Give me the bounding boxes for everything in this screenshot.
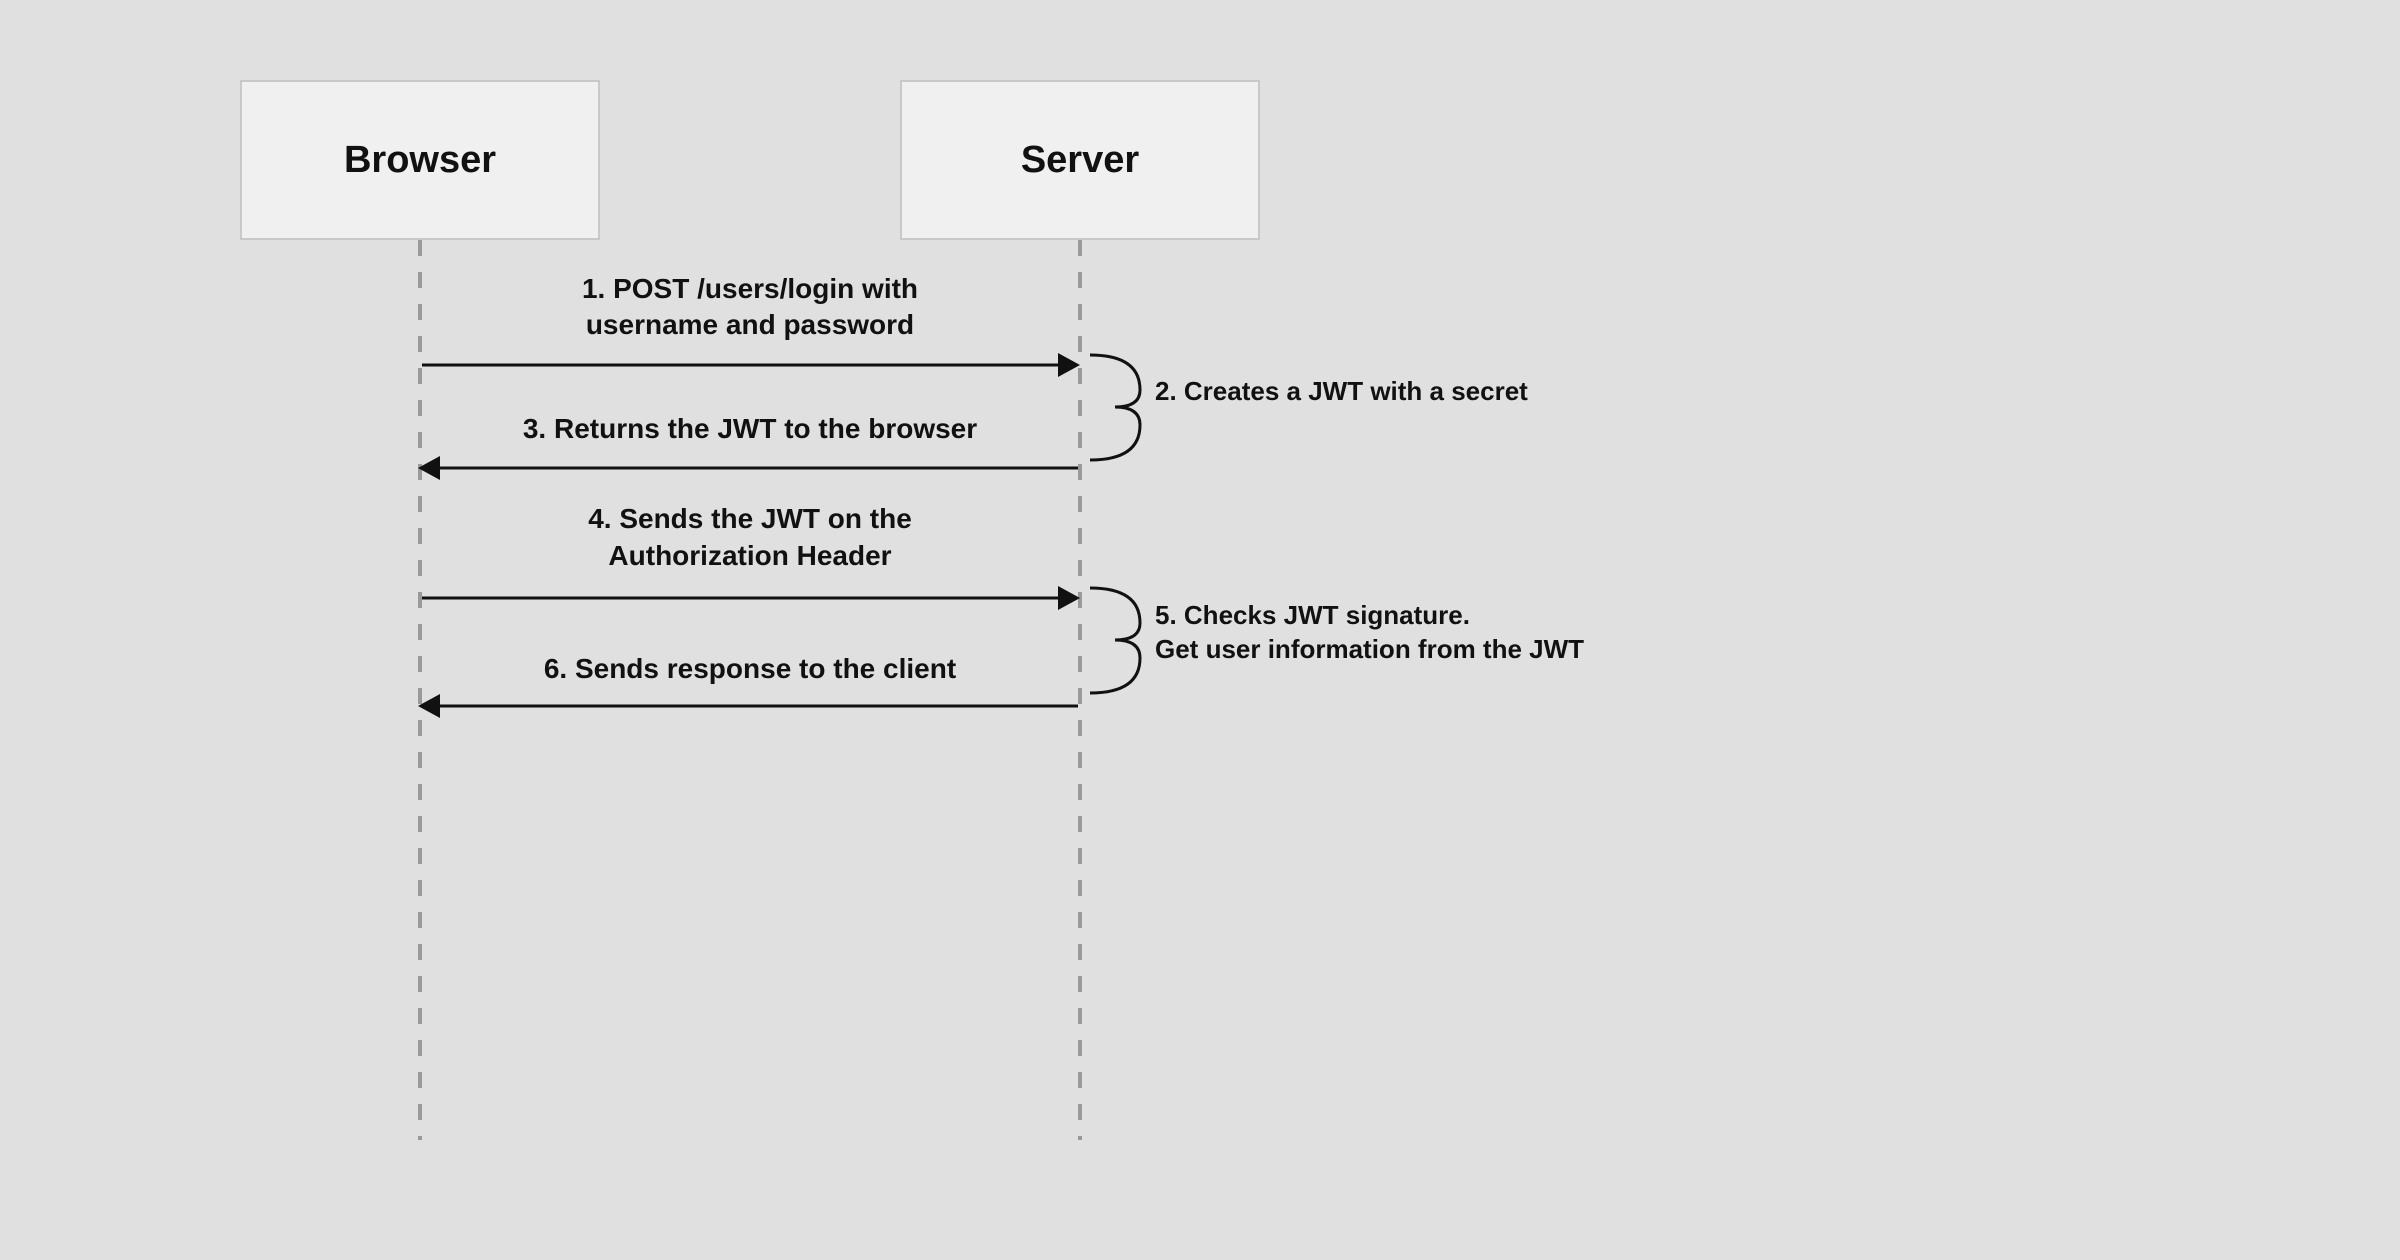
step4-label-line1: 4. Sends the JWT on the	[588, 503, 912, 534]
step5-label-line2: Get user information from the JWT	[1155, 634, 1584, 664]
step1-label-line1: 1. POST /users/login with	[582, 273, 918, 304]
step3-label: 3. Returns the JWT to the browser	[523, 413, 977, 444]
step4-label-line2: Authorization Header	[608, 540, 891, 571]
step2-bracket	[1090, 355, 1140, 460]
step5-label-line1: 5. Checks JWT signature.	[1155, 600, 1470, 630]
step2-label: 2. Creates a JWT with a secret	[1155, 376, 1528, 406]
step3-arrowhead	[418, 456, 440, 480]
diagram-svg: 1. POST /users/login with username and p…	[0, 0, 2400, 1260]
diagram-container: Browser Server 1. POST /users/login with…	[0, 0, 2400, 1260]
step5-bracket	[1090, 588, 1140, 693]
step6-arrowhead	[418, 694, 440, 718]
step4-arrowhead	[1058, 586, 1080, 610]
step1-arrowhead	[1058, 353, 1080, 377]
step6-label: 6. Sends response to the client	[544, 653, 956, 684]
step1-label-line2: username and password	[586, 309, 914, 340]
